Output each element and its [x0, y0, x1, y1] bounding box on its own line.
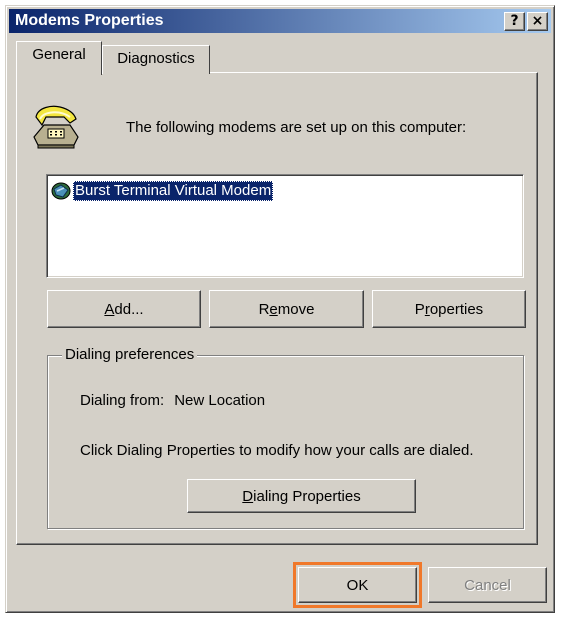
list-item[interactable]: Burst Terminal Virtual Modem	[51, 181, 274, 201]
add-label: Add...	[104, 300, 144, 318]
ok-button[interactable]: OK	[293, 562, 422, 608]
modem-icon	[51, 182, 71, 200]
remove-button[interactable]: Remove	[209, 290, 364, 328]
modem-list[interactable]: Burst Terminal Virtual Modem	[46, 174, 524, 278]
dialing-properties-button[interactable]: Dialing Properties	[187, 479, 416, 513]
close-button[interactable]: ×	[527, 11, 548, 31]
tab-general[interactable]: General	[16, 41, 102, 75]
cancel-label: Cancel	[464, 576, 511, 594]
ok-label: OK	[346, 576, 369, 594]
dialing-from-label: Dialing from:	[80, 392, 165, 409]
properties-label: Properties	[414, 300, 484, 318]
properties-button[interactable]: Properties	[372, 290, 526, 328]
dialing-info-text: Click Dialing Properties to modify how y…	[80, 442, 474, 459]
add-button[interactable]: Add...	[47, 290, 201, 328]
phone-icon	[33, 105, 79, 149]
modem-name: Burst Terminal Virtual Modem	[73, 181, 274, 201]
dialing-from-value: New Location	[174, 392, 266, 409]
help-icon: ?	[510, 12, 519, 29]
intro-text: The following modems are set up on this …	[126, 119, 467, 136]
window-title: Modems Properties	[15, 12, 164, 29]
tab-diagnostics[interactable]: Diagnostics	[102, 45, 210, 74]
dialing-preferences-legend: Dialing preferences	[62, 346, 198, 363]
close-icon: ×	[531, 12, 544, 29]
title-bar[interactable]: Modems Properties ? ×	[9, 9, 551, 33]
dialing-properties-label: Dialing Properties	[242, 487, 361, 505]
help-button[interactable]: ?	[504, 11, 525, 31]
remove-label: Remove	[258, 300, 315, 318]
dialing-from: Dialing from: New Location	[80, 392, 265, 409]
cancel-button[interactable]: Cancel	[428, 567, 547, 603]
